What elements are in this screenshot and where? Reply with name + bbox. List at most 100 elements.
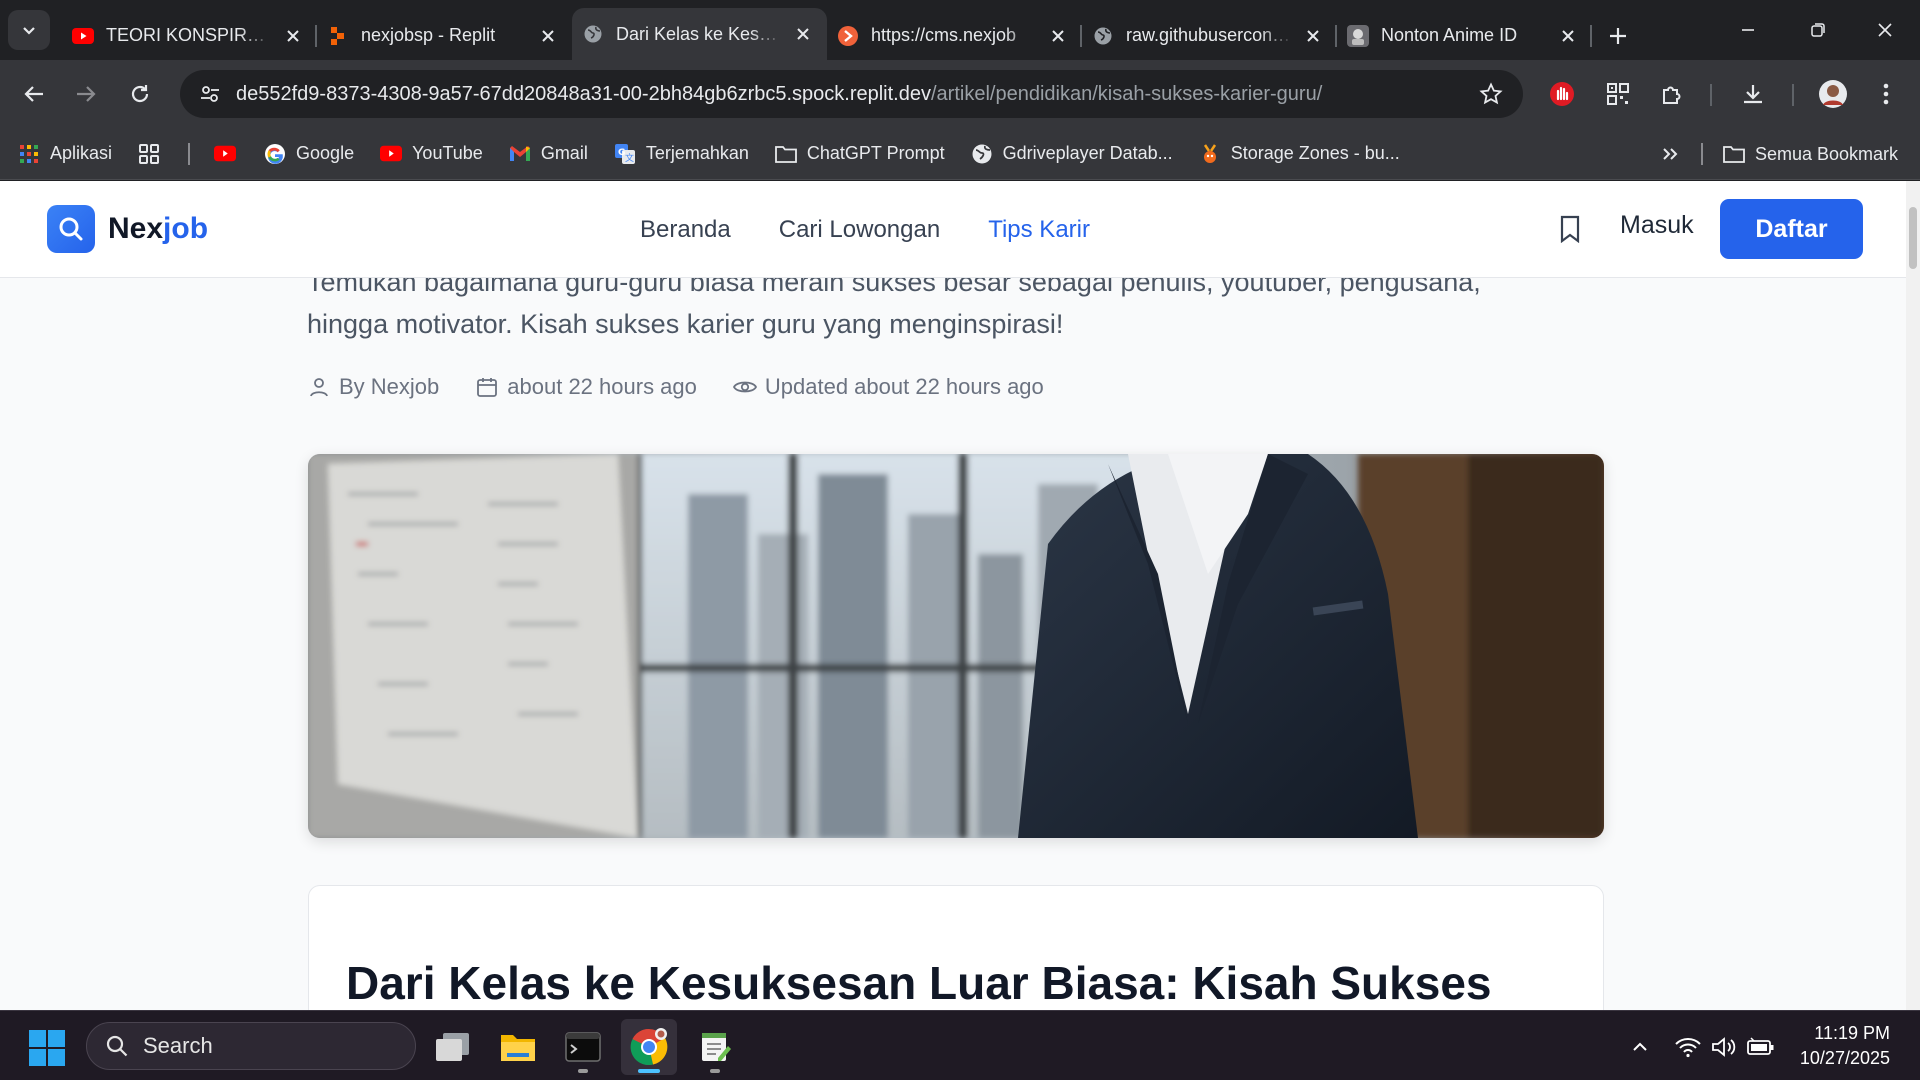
minimize-icon — [1742, 29, 1754, 31]
extensions-button[interactable] — [1652, 74, 1692, 114]
tab-anime[interactable]: Nonton Anime ID — [1337, 13, 1592, 58]
extension-adblock[interactable] — [1542, 74, 1582, 114]
close-icon[interactable] — [1303, 26, 1323, 46]
apps-grid-icon — [18, 143, 40, 165]
article-meta: By Nexjob about 22 hours ago Updated abo… — [307, 374, 1080, 400]
back-button[interactable] — [14, 74, 54, 114]
minimize-button[interactable] — [1713, 0, 1783, 60]
tab-cms[interactable]: https://cms.nexjob — [827, 13, 1082, 58]
bookmark-aplikasi[interactable]: Aplikasi — [18, 143, 112, 165]
show-hidden-icons-button[interactable] — [1624, 1031, 1656, 1063]
eye-icon — [732, 375, 757, 399]
taskbar-chrome[interactable] — [621, 1019, 677, 1075]
nav-beranda[interactable]: Beranda — [640, 216, 731, 244]
address-bar[interactable]: de552fd9-8373-4308-9a57-67dd20848a31-00-… — [180, 70, 1523, 118]
windows-taskbar: Search 11:19 PM 10/27/2025 — [0, 1010, 1920, 1080]
cms-icon — [837, 25, 859, 47]
system-clock[interactable]: 11:19 PM 10/27/2025 — [1800, 1021, 1890, 1071]
taskbar-terminal[interactable] — [555, 1019, 611, 1075]
close-icon[interactable] — [283, 26, 303, 46]
tab-title: Nonton Anime ID — [1381, 25, 1518, 45]
meta-published-text: about 22 hours ago — [507, 374, 697, 399]
gmail-icon — [509, 143, 531, 165]
bookmark-star-button[interactable] — [1475, 78, 1507, 110]
page-viewport: Temukan bagaimana guru-guru biasa meraih… — [0, 181, 1920, 1010]
bookmark-youtube-icon-only[interactable] — [214, 143, 246, 165]
tab-title: nexjobsp - Replit — [361, 25, 496, 45]
tab-replit[interactable]: nexjobsp - Replit — [317, 13, 572, 58]
profile-button[interactable] — [1813, 74, 1853, 114]
chevron-up-icon — [1633, 1042, 1647, 1051]
close-window-button[interactable] — [1850, 0, 1920, 60]
nav-tips-karir[interactable]: Tips Karir — [988, 216, 1090, 244]
site-logo[interactable]: Nexjob — [47, 205, 208, 253]
excerpt-line: hingga motivator. Kisah sukses karier gu… — [307, 309, 1064, 339]
task-view-icon — [436, 1033, 469, 1061]
saved-jobs-button[interactable] — [1552, 211, 1588, 247]
taskbar-task-view[interactable] — [424, 1019, 480, 1075]
bookmark-gdriveplayer[interactable]: Gdriveplayer Datab... — [971, 143, 1173, 165]
url-path: /artikel/pendidikan/kisah-sukses-karier-… — [930, 82, 1323, 105]
taskbar-search[interactable]: Search — [86, 1022, 416, 1070]
tab-youtube[interactable]: TEORI KONSPIRASI — [62, 13, 317, 58]
running-indicator — [578, 1069, 588, 1073]
site-header: Nexjob Beranda Cari Lowongan Tips Karir … — [0, 181, 1906, 278]
article-card: Dari Kelas ke Kesuksesan Luar Biasa: Kis… — [308, 885, 1604, 1010]
close-icon[interactable] — [538, 26, 558, 46]
extension-qr[interactable] — [1598, 74, 1638, 114]
bookmarks-bar: Aplikasi Google YouTube Gmail G文 Terjema… — [0, 128, 1920, 180]
forward-button[interactable] — [66, 74, 106, 114]
tab-title: https://cms.nexjob — [871, 25, 1017, 45]
close-icon[interactable] — [1048, 26, 1068, 46]
tab-title: TEORI KONSPIRASI — [106, 25, 273, 45]
puzzle-icon — [1663, 86, 1681, 104]
logo-text: Nexjob — [108, 212, 208, 246]
url-host: de552fd9-8373-4308-9a57-67dd20848a31-00-… — [236, 82, 931, 105]
scrollbar-thumb[interactable] — [1909, 207, 1917, 269]
new-tab-button[interactable] — [1598, 13, 1638, 58]
bookmarks-overflow-button[interactable] — [1661, 145, 1679, 163]
logo-text-accent: job — [163, 212, 209, 245]
url-text: de552fd9-8373-4308-9a57-67dd20848a31-00-… — [236, 83, 1322, 106]
tab-title: raw.githubusercontent — [1126, 25, 1293, 45]
start-button[interactable] — [28, 1029, 66, 1067]
tab-search-button[interactable] — [8, 10, 50, 50]
bookmark-terjemahkan[interactable]: G文 Terjemahkan — [614, 143, 749, 165]
bookmark-youtube[interactable]: YouTube — [380, 143, 483, 165]
reload-button[interactable] — [120, 74, 160, 114]
user-icon — [307, 375, 331, 399]
page-scrollbar[interactable] — [1906, 181, 1920, 1010]
bookmark-google[interactable]: Google — [264, 143, 354, 165]
clock-time: 11:19 PM — [1814, 1023, 1890, 1043]
restore-button[interactable] — [1783, 0, 1853, 60]
tab-title: Dari Kelas ke Kesuksesan — [616, 23, 783, 44]
folder-icon — [774, 143, 797, 165]
bookmark-label: Aplikasi — [50, 143, 113, 163]
volume-status[interactable] — [1708, 1031, 1740, 1063]
nav-cari-lowongan[interactable]: Cari Lowongan — [779, 216, 940, 244]
bookmark-gmail[interactable]: Gmail — [509, 143, 588, 165]
chrome-menu-button[interactable] — [1866, 74, 1906, 114]
youtube-icon — [72, 25, 94, 47]
tab-article-active[interactable]: Dari Kelas ke Kesuksesan — [572, 8, 827, 60]
register-button[interactable]: Daftar — [1720, 199, 1863, 259]
all-bookmarks-button[interactable]: Semua Bookmark — [1723, 144, 1898, 165]
close-icon[interactable] — [1558, 26, 1578, 46]
battery-status[interactable] — [1745, 1031, 1777, 1063]
login-link[interactable]: Masuk — [1620, 211, 1694, 240]
meta-updated: Updated about 22 hours ago — [732, 374, 1044, 400]
bookmark-grid[interactable] — [138, 143, 170, 165]
close-icon[interactable] — [793, 24, 813, 44]
site-info-button[interactable] — [190, 74, 230, 114]
battery-icon — [1747, 1037, 1774, 1055]
close-icon — [1878, 23, 1892, 37]
taskbar-notepad-app[interactable] — [687, 1019, 743, 1075]
bookmark-chatgpt-folder[interactable]: ChatGPT Prompt — [774, 143, 945, 165]
anime-icon — [1347, 24, 1369, 47]
tab-github-raw[interactable]: raw.githubusercontent — [1082, 13, 1337, 58]
taskbar-file-explorer[interactable] — [490, 1019, 546, 1075]
bookmark-storage-zones[interactable]: Storage Zones - bu... — [1199, 143, 1400, 165]
speaker-icon — [1712, 1037, 1736, 1057]
downloads-button[interactable] — [1733, 74, 1773, 114]
wifi-status[interactable] — [1672, 1031, 1704, 1063]
